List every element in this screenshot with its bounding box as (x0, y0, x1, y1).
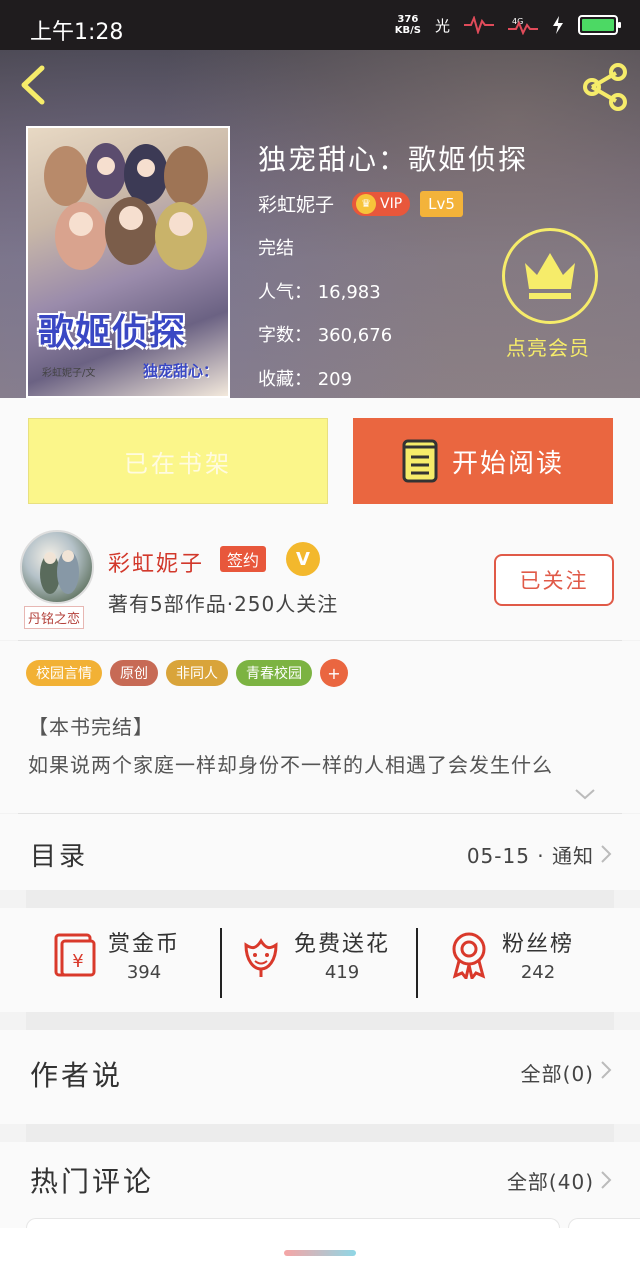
medal-icon (452, 932, 486, 979)
flower-label: 免费送花 (294, 932, 391, 957)
share-icon[interactable] (580, 62, 630, 112)
system-nav-bar (0, 1228, 640, 1280)
reward-value: 394 (126, 962, 162, 983)
free-flower-button[interactable]: 免费送花 419 (238, 926, 390, 983)
book-title: 独宠甜心：歌姬侦探 (258, 143, 529, 176)
catalog-row[interactable]: 目录 05-15 · 通知 (0, 814, 640, 890)
activity-icon (464, 16, 494, 34)
author-card: 丹铭之恋 彩虹妮子 签约 V 著有5部作品·250人关注 已关注 (0, 518, 640, 640)
chevron-down-icon[interactable] (574, 787, 596, 801)
catalog-update: 05-15 · 通知 (466, 844, 594, 868)
cover-author: 彩虹妮子/文 (42, 368, 96, 379)
book-popularity: 人气： 16,983 (258, 282, 381, 303)
chevron-right-icon (601, 845, 612, 863)
book-author-line: 彩虹妮子 ♛ VIP Lv5 (258, 190, 463, 217)
network-speed: 376 KB/S (394, 14, 421, 36)
tag-youth-campus[interactable]: 青春校园 (236, 660, 312, 686)
hot-comments-label: 热门评论 (30, 1165, 155, 1198)
book-favorites: 收藏： 209 (258, 369, 353, 390)
flower-value: 419 (324, 962, 360, 983)
chevron-right-icon (601, 1171, 612, 1189)
status-time: 上午1:28 (30, 20, 124, 45)
start-reading-button[interactable]: 开始阅读 (353, 418, 613, 504)
author-name[interactable]: 彩虹妮子 (108, 546, 204, 578)
stats-row: ¥ 赏金币 394 免费送花 419 粉丝榜 242 (0, 908, 640, 1012)
battery-icon (578, 15, 621, 35)
carrier-label: 光 (434, 16, 450, 35)
book-icon (402, 439, 438, 483)
fans-rank-button[interactable]: 粉丝榜 242 (446, 926, 574, 983)
avatar-tag: 丹铭之恋 (24, 606, 85, 629)
action-buttons: 已在书架 开始阅读 (0, 398, 640, 518)
author-says-label: 作者说 (30, 1059, 124, 1092)
verified-badge: V (286, 542, 320, 576)
signed-badge: 签约 (220, 546, 267, 572)
crown-icon (525, 253, 575, 299)
avatar-illustration (40, 550, 79, 594)
add-tag-button[interactable]: + (320, 659, 348, 687)
tag-list: 校园言情 原创 非同人 青春校园 + (26, 659, 348, 687)
followed-button[interactable]: 已关注 (494, 554, 614, 606)
hot-comments-row[interactable]: 热门评论 全部(40) (0, 1142, 640, 1228)
tags-and-intro: 校园言情 原创 非同人 青春校园 + 【本书完结】 如果说两个家庭一样却身份不一… (0, 641, 640, 813)
cover-title: 歌姬侦探 (38, 311, 187, 353)
section-gap (26, 1124, 614, 1142)
intro-line-2: 如果说两个家庭一样却身份不一样的人相遇了会发生什么 (28, 753, 553, 777)
section-gap (26, 1012, 614, 1030)
tag-original[interactable]: 原创 (110, 660, 158, 686)
member-crown-button[interactable] (502, 228, 598, 324)
chevron-right-icon (601, 1061, 612, 1079)
home-indicator[interactable] (284, 1250, 356, 1256)
intro-line-1: 【本书完结】 (28, 715, 154, 739)
signal-4g-icon: 4G (508, 17, 538, 35)
author-says-row[interactable]: 作者说 全部(0) (0, 1030, 640, 1124)
start-reading-label: 开始阅读 (451, 448, 564, 479)
fans-label: 粉丝榜 (502, 932, 575, 957)
reward-coins-button[interactable]: ¥ 赏金币 394 (52, 926, 180, 983)
hot-comments-all: 全部(40) (506, 1170, 594, 1194)
cover-illustration (44, 143, 208, 270)
avatar[interactable] (20, 530, 94, 604)
in-shelf-button[interactable]: 已在书架 (28, 418, 328, 504)
cover-subtitle: 独宠甜心： (142, 362, 218, 380)
author-says-all: 全部(0) (520, 1062, 594, 1086)
fans-value: 242 (520, 962, 556, 983)
separator (220, 928, 222, 998)
catalog-label: 目录 (30, 842, 89, 872)
book-status: 完结 (258, 238, 294, 259)
book-header: 歌姬侦探 彩虹妮子/文 独宠甜心： 独宠甜心：歌姬侦探 彩虹妮子 ♛ VIP L… (0, 50, 640, 398)
crown-icon: ♛ (356, 193, 377, 214)
separator (416, 928, 418, 998)
book-cover[interactable]: 歌姬侦探 彩虹妮子/文 独宠甜心： (26, 126, 230, 398)
charging-icon (553, 16, 563, 34)
red-envelope-icon: ¥ (54, 933, 96, 976)
section-gap (26, 890, 614, 908)
tag-non-fanfic[interactable]: 非同人 (166, 660, 228, 686)
flower-icon (244, 937, 278, 977)
vip-badge: ♛ VIP (352, 191, 411, 216)
author-stats: 著有5部作品·250人关注 (108, 592, 339, 616)
book-author[interactable]: 彩虹妮子 (258, 190, 334, 217)
reward-label: 赏金币 (108, 932, 181, 957)
book-word-count: 字数： 360,676 (258, 325, 393, 346)
tag-campus-romance[interactable]: 校园言情 (26, 660, 102, 686)
back-icon[interactable] (14, 62, 54, 108)
level-badge: Lv5 (420, 190, 463, 217)
member-label[interactable]: 点亮会员 (506, 332, 590, 361)
status-bar: 上午1:28 376 KB/S 光 4G (0, 0, 640, 50)
svg-text:¥: ¥ (72, 951, 83, 972)
